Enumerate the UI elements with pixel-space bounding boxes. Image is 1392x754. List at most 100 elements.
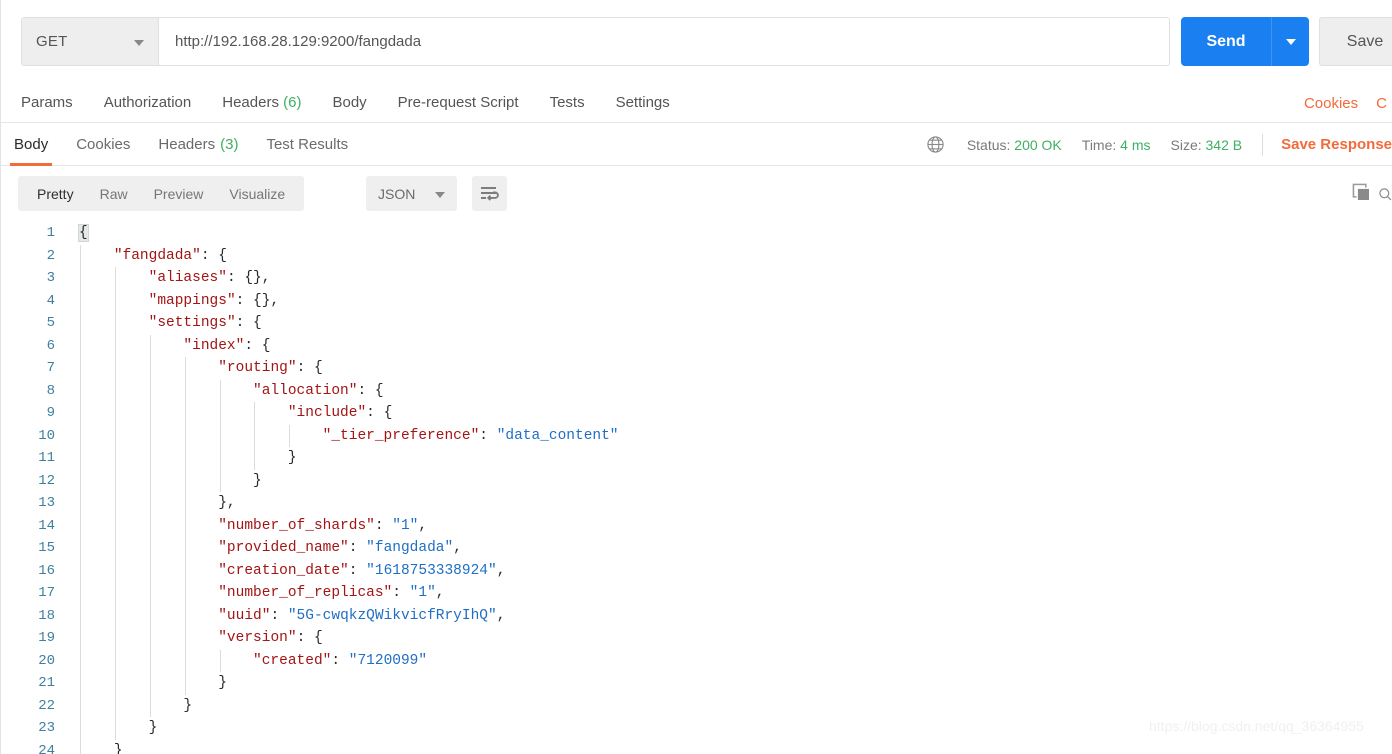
response-meta-bar: Status: 200 OK Time: 4 ms Size: 342 B Sa… bbox=[926, 123, 1392, 166]
tab-label: Params bbox=[21, 94, 73, 111]
size-meta: Size: 342 B bbox=[1171, 137, 1243, 153]
code-line: 24 } bbox=[1, 739, 1392, 754]
code-token: } bbox=[287, 450, 297, 466]
code-token: "1" bbox=[392, 517, 419, 534]
indent-guides bbox=[67, 672, 1392, 695]
request-tab-pre-request-script[interactable]: Pre-request Script bbox=[398, 94, 519, 111]
line-number: 10 bbox=[38, 427, 55, 444]
response-tab-body[interactable]: Body bbox=[9, 123, 53, 166]
line-number: 11 bbox=[38, 450, 55, 466]
save-response-link[interactable]: Save Response bbox=[1281, 136, 1392, 153]
code-text: "_tier_preference": "data_content" bbox=[67, 424, 1392, 447]
code-token: , bbox=[453, 540, 462, 556]
send-options-dropdown[interactable] bbox=[1271, 17, 1309, 66]
code-text: "allocation": { bbox=[67, 379, 1392, 402]
request-tab-body[interactable]: Body bbox=[332, 94, 366, 111]
search-response-button[interactable] bbox=[1378, 176, 1392, 211]
view-raw-button[interactable]: Raw bbox=[87, 176, 141, 211]
divider bbox=[1262, 133, 1264, 156]
code-token: : {}, bbox=[226, 270, 271, 286]
tab-label: Headers bbox=[158, 135, 216, 153]
segment-label: Pretty bbox=[37, 185, 74, 202]
code-token: "provided_name" bbox=[218, 540, 349, 556]
response-tab-cookies[interactable]: Cookies bbox=[76, 123, 130, 166]
http-method-dropdown[interactable]: GET bbox=[22, 18, 159, 65]
chevron-down-icon bbox=[435, 191, 445, 198]
code-token: "fangdada" bbox=[366, 540, 454, 556]
tab-label: Headers bbox=[222, 94, 279, 111]
line-number: 23 bbox=[38, 720, 55, 736]
code-token: : { bbox=[357, 382, 384, 399]
request-tab-authorization[interactable]: Authorization bbox=[104, 94, 192, 111]
cookies-link[interactable]: Cookies bbox=[1304, 95, 1358, 112]
status-value: 200 OK bbox=[1014, 136, 1062, 153]
time-meta: Time: 4 ms bbox=[1082, 137, 1151, 153]
word-wrap-toggle[interactable] bbox=[472, 176, 507, 211]
method-and-url-group: GET bbox=[21, 17, 1170, 66]
code-token: , bbox=[496, 562, 506, 579]
code-token: : bbox=[348, 540, 367, 556]
request-tab-params[interactable]: Params bbox=[21, 94, 73, 111]
line-number: 3 bbox=[46, 270, 55, 286]
code-token: : { bbox=[200, 247, 227, 264]
code-token: "number_of_shards" bbox=[218, 517, 375, 534]
view-preview-button[interactable]: Preview bbox=[141, 176, 217, 211]
request-tab-tests[interactable]: Tests bbox=[550, 94, 585, 111]
code-token: : { bbox=[296, 360, 323, 376]
response-body-viewer[interactable]: 1{2 "fangdada": {3 "aliases": {}, 4 "mapp… bbox=[1, 222, 1392, 754]
line-number: 24 bbox=[38, 742, 55, 754]
size-label: Size: bbox=[1170, 136, 1202, 153]
code-line: 10 "_tier_preference": "data_content" bbox=[1, 424, 1392, 447]
code-text: "aliases": {}, bbox=[67, 267, 1392, 290]
request-tab-headers[interactable]: Headers (6) bbox=[222, 94, 301, 111]
tab-count: (6) bbox=[283, 94, 302, 111]
status-meta: Status: 200 OK bbox=[967, 137, 1062, 153]
line-number: 1 bbox=[46, 225, 55, 241]
code-token: "routing" bbox=[218, 360, 297, 376]
code-text: "settings": { bbox=[67, 312, 1392, 335]
code-token: } bbox=[253, 472, 262, 489]
code-text: } bbox=[67, 672, 1392, 695]
globe-icon[interactable] bbox=[926, 135, 945, 154]
response-tab-test-results[interactable]: Test Results bbox=[266, 123, 348, 166]
view-visualize-button[interactable]: Visualize bbox=[216, 176, 298, 211]
request-tabs: Params Authorization Headers (6) Body Pr… bbox=[1, 83, 1392, 123]
code-token: { bbox=[78, 224, 89, 242]
code-token: } bbox=[148, 720, 158, 736]
code-token: : { bbox=[244, 337, 271, 354]
code-token: : bbox=[331, 652, 349, 669]
code-line: 22 } bbox=[1, 694, 1392, 717]
tab-label: Body bbox=[14, 135, 49, 153]
response-tab-headers[interactable]: Headers (3) bbox=[158, 123, 238, 166]
send-button[interactable]: Send bbox=[1181, 17, 1271, 66]
code-line: 14 "number_of_shards": "1", bbox=[1, 514, 1392, 537]
code-token: "data_content" bbox=[496, 427, 619, 444]
copy-response-button[interactable] bbox=[1346, 176, 1378, 211]
line-number: 20 bbox=[38, 652, 55, 669]
code-token: : { bbox=[235, 315, 262, 331]
response-format-dropdown[interactable]: JSON bbox=[366, 176, 457, 211]
line-number: 21 bbox=[38, 675, 55, 691]
url-input[interactable] bbox=[159, 18, 1169, 65]
code-token: }, bbox=[218, 495, 236, 511]
code-token: : bbox=[392, 585, 410, 601]
code-line: 1{ bbox=[1, 222, 1392, 245]
response-actions bbox=[1346, 176, 1392, 211]
view-pretty-button[interactable]: Pretty bbox=[24, 176, 87, 211]
format-label: JSON bbox=[378, 185, 416, 202]
request-tabs-right-links: Cookies C bbox=[1304, 83, 1392, 123]
request-tab-settings[interactable]: Settings bbox=[616, 94, 670, 111]
code-token: "version" bbox=[218, 630, 297, 646]
size-value: 342 B bbox=[1205, 136, 1243, 153]
response-view-segmented-control: Pretty Raw Preview Visualize bbox=[18, 176, 305, 211]
code-text: "creation_date": "1618753338924", bbox=[67, 559, 1392, 582]
code-line: 21 } bbox=[1, 672, 1392, 695]
code-link[interactable]: C bbox=[1376, 95, 1387, 112]
code-token: "1618753338924" bbox=[366, 562, 497, 579]
code-token: "fangdada" bbox=[113, 247, 201, 264]
save-button[interactable]: Save bbox=[1319, 17, 1392, 66]
line-number: 5 bbox=[46, 315, 55, 331]
code-token: "7120099" bbox=[348, 652, 428, 669]
indent-guides bbox=[67, 739, 1392, 754]
code-token: : { bbox=[296, 630, 323, 646]
